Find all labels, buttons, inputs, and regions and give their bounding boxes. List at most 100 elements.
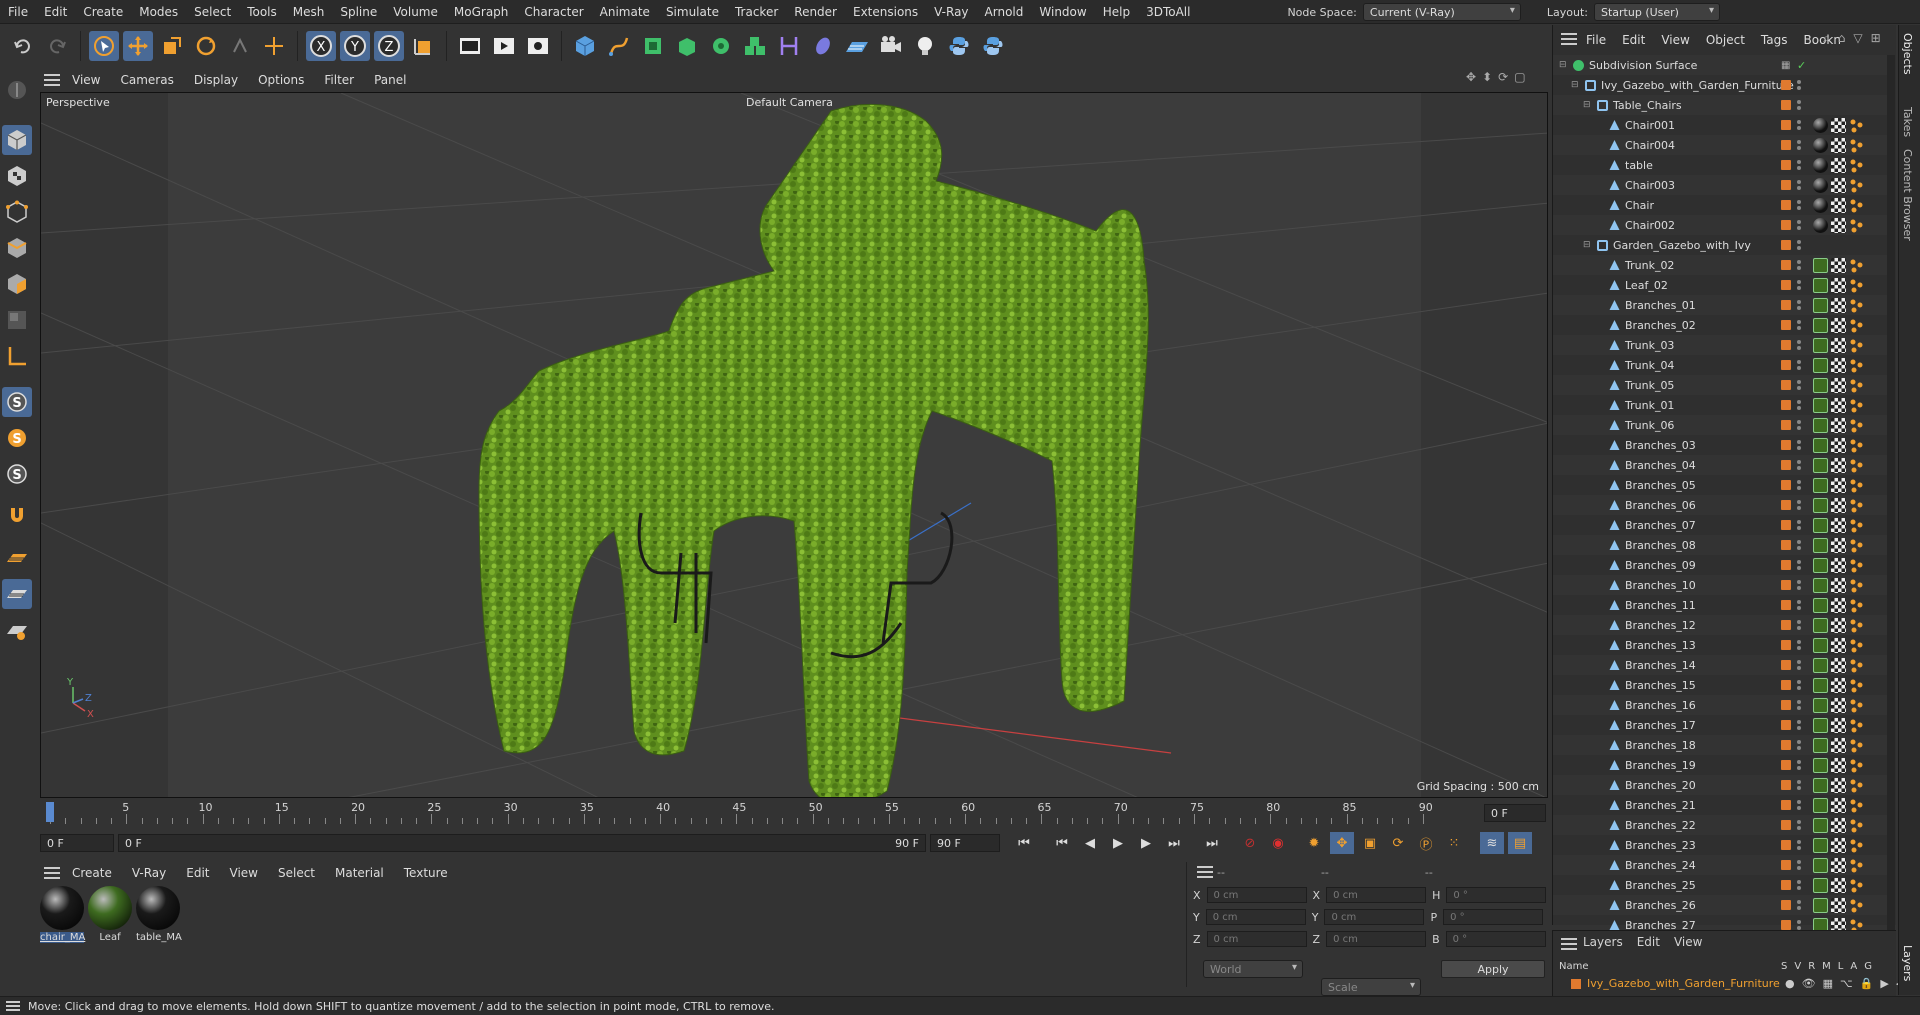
previous-frame-icon[interactable]: ◀ xyxy=(1078,832,1102,854)
leaf-material-tag-icon[interactable] xyxy=(1813,397,1828,413)
selection-tag-icon[interactable] xyxy=(1849,638,1864,653)
object-row[interactable]: Branches_17 xyxy=(1553,715,1893,735)
menu-mograph[interactable]: MoGraph xyxy=(446,5,517,19)
object-name[interactable]: Branches_09 xyxy=(1625,559,1696,572)
object-name[interactable]: Table_Chairs xyxy=(1613,99,1682,112)
selection-tag-icon[interactable] xyxy=(1849,578,1864,593)
visible-toggle-icon[interactable]: 👁 xyxy=(1802,977,1816,990)
key-rotation-icon[interactable]: ⟳ xyxy=(1386,832,1410,854)
selection-tag-icon[interactable] xyxy=(1849,718,1864,733)
visibility-dots-icon[interactable] xyxy=(1797,840,1801,850)
object-name[interactable]: Leaf_02 xyxy=(1625,279,1668,292)
visibility-dots-icon[interactable] xyxy=(1797,620,1801,630)
layer-color-icon[interactable] xyxy=(1781,800,1791,810)
leaf-material-tag-icon[interactable] xyxy=(1813,417,1828,433)
object-row[interactable]: Branches_12 xyxy=(1553,615,1893,635)
layer-color-icon[interactable] xyxy=(1781,460,1791,470)
uvw-tag-icon[interactable] xyxy=(1831,677,1846,693)
coordinate-space-dropdown[interactable]: World xyxy=(1203,960,1303,978)
uvw-tag-icon[interactable] xyxy=(1831,197,1846,213)
object-row[interactable]: Chair002 xyxy=(1553,215,1893,235)
layer-color-icon[interactable] xyxy=(1781,100,1791,110)
timeline-window-icon[interactable]: ▤ xyxy=(1508,832,1532,854)
leaf-material-tag-icon[interactable] xyxy=(1813,577,1828,593)
viewport-menu-filter[interactable]: Filter xyxy=(316,73,362,87)
object-name[interactable]: Trunk_04 xyxy=(1625,359,1674,372)
object-scrollbar[interactable] xyxy=(1887,55,1895,935)
object-name[interactable]: Chair002 xyxy=(1625,219,1675,232)
object-row[interactable]: Chair003 xyxy=(1553,175,1893,195)
object-row[interactable]: ⊟ Subdivision Surface ▦ ✓ xyxy=(1553,55,1893,75)
position-z-field[interactable]: 0 cm xyxy=(1206,931,1307,947)
expand-toggle-icon[interactable]: ⊟ xyxy=(1583,100,1591,110)
object-row[interactable]: Branches_23 xyxy=(1553,835,1893,855)
uvw-tag-icon[interactable] xyxy=(1831,337,1846,353)
apply-button[interactable]: Apply xyxy=(1441,960,1545,978)
viewport-camera-label[interactable]: Default Camera xyxy=(746,96,833,109)
leaf-material-tag-icon[interactable] xyxy=(1813,637,1828,653)
object-row[interactable]: Branches_22 xyxy=(1553,815,1893,835)
object-row[interactable]: Branches_04 xyxy=(1553,455,1893,475)
locked-workplane-icon[interactable] xyxy=(2,579,32,609)
camera-icon[interactable] xyxy=(876,31,906,61)
layer-column-l[interactable]: L xyxy=(1838,961,1844,972)
layer-color-icon[interactable] xyxy=(1781,440,1791,450)
uvw-tag-icon[interactable] xyxy=(1831,377,1846,393)
uvw-tag-icon[interactable] xyxy=(1831,717,1846,733)
layer-color-icon[interactable] xyxy=(1781,540,1791,550)
selection-tag-icon[interactable] xyxy=(1849,738,1864,753)
layer-color-icon[interactable] xyxy=(1781,280,1791,290)
animation-toggle-icon[interactable]: ▶ xyxy=(1880,977,1888,990)
uvw-tag-icon[interactable] xyxy=(1831,417,1846,433)
layer-color-icon[interactable] xyxy=(1781,920,1791,930)
uvw-tag-icon[interactable] xyxy=(1831,557,1846,573)
material-swatch[interactable]: Leaf xyxy=(88,886,132,946)
leaf-material-tag-icon[interactable] xyxy=(1813,617,1828,633)
layer-color-icon[interactable] xyxy=(1781,400,1791,410)
visibility-dots-icon[interactable] xyxy=(1797,120,1801,130)
selection-tag-icon[interactable] xyxy=(1849,438,1864,453)
leaf-material-tag-icon[interactable] xyxy=(1813,797,1828,813)
selection-tag-icon[interactable] xyxy=(1849,298,1864,313)
leaf-material-tag-icon[interactable] xyxy=(1813,497,1828,513)
selection-tag-icon[interactable] xyxy=(1849,538,1864,553)
object-name[interactable]: Branches_08 xyxy=(1625,539,1696,552)
object-row[interactable]: Branches_06 xyxy=(1553,495,1893,515)
leaf-material-tag-icon[interactable] xyxy=(1813,337,1828,353)
z-axis-lock-icon[interactable]: Z xyxy=(374,31,404,61)
object-row[interactable]: Leaf_02 xyxy=(1553,275,1893,295)
uvw-tag-icon[interactable] xyxy=(1831,297,1846,313)
menu-arnold[interactable]: Arnold xyxy=(977,5,1032,19)
material-tag-icon[interactable] xyxy=(1813,137,1828,153)
python-icon[interactable] xyxy=(944,31,974,61)
key-scale-icon[interactable]: ▣ xyxy=(1358,832,1382,854)
selection-tag-icon[interactable] xyxy=(1849,418,1864,433)
object-row[interactable]: Trunk_03 xyxy=(1553,335,1893,355)
visibility-dots-icon[interactable] xyxy=(1797,740,1801,750)
uvw-tag-icon[interactable] xyxy=(1831,537,1846,553)
visibility-dots-icon[interactable] xyxy=(1797,280,1801,290)
object-row[interactable]: Branches_05 xyxy=(1553,475,1893,495)
visibility-dots-icon[interactable] xyxy=(1797,780,1801,790)
hamburger-icon[interactable] xyxy=(1561,938,1577,950)
cube-object-icon[interactable] xyxy=(570,31,600,61)
rotation-h-field[interactable]: 0 ° xyxy=(1446,887,1547,903)
redo-icon[interactable] xyxy=(42,31,72,61)
layer-column-r[interactable]: R xyxy=(1808,961,1815,972)
selection-tag-icon[interactable] xyxy=(1849,598,1864,613)
edges-mode-icon[interactable] xyxy=(2,233,32,263)
uvw-tag-icon[interactable] xyxy=(1831,257,1846,273)
play-icon[interactable]: ▶ xyxy=(1106,832,1130,854)
visibility-dots-icon[interactable] xyxy=(1797,200,1801,210)
layer-column-g[interactable]: G xyxy=(1864,961,1872,972)
previous-key-icon[interactable]: ⏮ xyxy=(1050,832,1074,854)
selection-tag-icon[interactable] xyxy=(1849,798,1864,813)
object-name[interactable]: Trunk_02 xyxy=(1625,259,1674,272)
render-picture-viewer-icon[interactable] xyxy=(489,31,519,61)
selection-tag-icon[interactable] xyxy=(1849,338,1864,353)
snap-settings-icon[interactable]: S xyxy=(2,423,32,453)
material-swatch[interactable]: table_MA xyxy=(136,886,182,946)
layer-color-icon[interactable] xyxy=(1781,580,1791,590)
object-menu-tags[interactable]: Tags xyxy=(1754,33,1795,47)
dolly-icon[interactable]: ⬍ xyxy=(1482,70,1492,84)
